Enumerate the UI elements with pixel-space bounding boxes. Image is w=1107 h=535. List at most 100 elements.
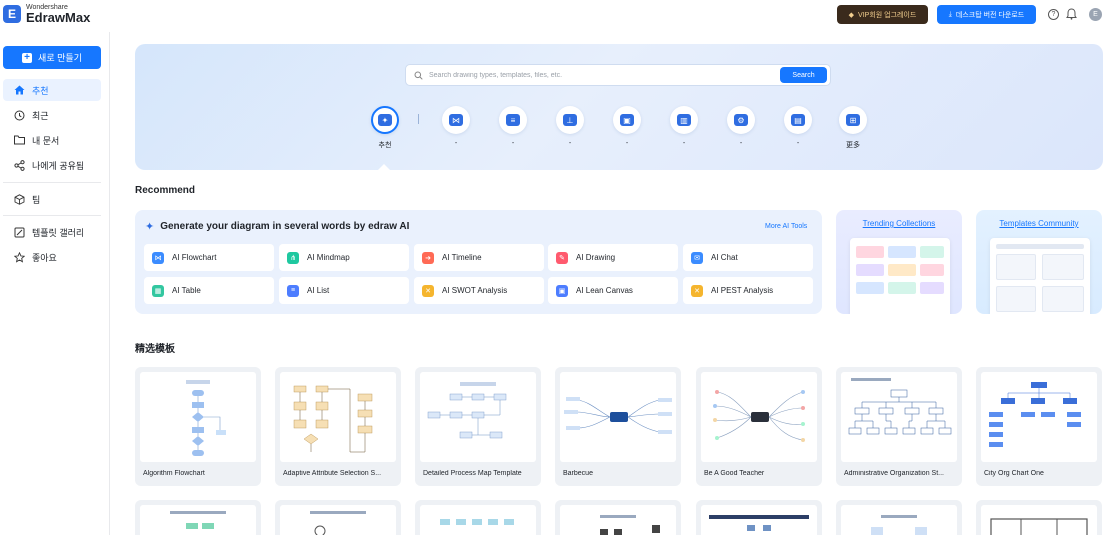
preview-block (856, 264, 884, 276)
category-separator (418, 114, 419, 124)
ai-tool-label: AI Lean Canvas (576, 286, 633, 295)
template-thumbnail (140, 372, 256, 462)
sidebar-item-team[interactable]: 팀 (3, 188, 101, 210)
desktop-download-button[interactable]: ⤓ 데스크탑 버전 다운로드 (937, 5, 1036, 24)
ai-heading: ✦ Generate your diagram in several words… (145, 220, 409, 233)
category-flowchart[interactable]: ⋈ - (441, 106, 471, 147)
ai-flowchart-button[interactable]: ⋈ AI Flowchart (144, 244, 274, 271)
template-thumbnail (981, 372, 1097, 462)
template-thumbnail (701, 372, 817, 462)
logo-product: EdrawMax (26, 10, 91, 25)
sidebar-item-recent[interactable]: 최근 (3, 104, 101, 126)
clock-icon (13, 109, 25, 121)
category-network[interactable]: ▣ - (612, 106, 642, 147)
sidebar-item-recommend[interactable]: 추천 (3, 79, 101, 101)
ai-mindmap-button[interactable]: ⋔ AI Mindmap (279, 244, 409, 271)
template-thumbnail (140, 505, 256, 535)
question-circle-icon[interactable]: ? (1048, 9, 1059, 20)
template-card[interactable] (976, 500, 1102, 535)
sidebar-item-my-docs[interactable]: 내 문서 (3, 129, 101, 151)
template-name: Detailed Process Map Template (423, 470, 522, 477)
flowchart-icon: ⋈ (442, 106, 470, 134)
template-card[interactable] (135, 500, 261, 535)
preview-block (996, 254, 1036, 280)
template-card[interactable]: Be A Good Teacher (696, 367, 822, 486)
search-button[interactable]: Search (780, 67, 827, 83)
template-card[interactable] (275, 500, 401, 535)
more-ai-tools-link[interactable]: More AI Tools (765, 223, 807, 230)
sidebar-item-favorites[interactable]: 좋아요 (3, 246, 101, 268)
trending-collections-card[interactable]: Trending Collections (836, 210, 962, 314)
preview-block (856, 282, 884, 294)
sidebar-item-label: 최근 (32, 110, 49, 121)
flowchart-icon: ⋈ (152, 251, 164, 264)
network-icon: ▣ (613, 106, 641, 134)
template-card[interactable] (836, 500, 962, 535)
ai-pest-button[interactable]: ✕ AI PEST Analysis (683, 277, 813, 304)
sidebar-item-label: 좋아요 (32, 252, 57, 263)
star-icon (13, 251, 25, 263)
template-card[interactable] (696, 500, 822, 535)
recommend-icon: ✦ (371, 106, 399, 134)
category-engineering[interactable]: ⚙ - (726, 106, 756, 147)
bar-chart-icon: ▥ (670, 106, 698, 134)
bell-icon[interactable] (1066, 8, 1077, 20)
template-thumbnail (420, 372, 536, 462)
avatar[interactable]: E (1089, 8, 1102, 21)
more-grid-icon: ⊞ (839, 106, 867, 134)
pest-icon: ✕ (691, 284, 703, 297)
template-thumbnail (701, 505, 817, 535)
template-card[interactable]: Detailed Process Map Template (415, 367, 541, 486)
category-orgchart[interactable]: ⊥ - (555, 106, 585, 147)
template-card[interactable]: Administrative Organization St... (836, 367, 962, 486)
trending-collections-title: Trending Collections (862, 219, 936, 228)
template-card[interactable]: Barbecue (555, 367, 681, 486)
desktop-download-label: 데스크탑 버전 다운로드 (955, 11, 1025, 19)
ai-timeline-button[interactable]: ➜ AI Timeline (414, 244, 544, 271)
search-input[interactable] (429, 71, 759, 79)
download-icon: ⤓ (948, 10, 952, 18)
category-list[interactable]: ≡ - (498, 106, 528, 147)
preview-block (920, 282, 944, 294)
new-document-button[interactable]: + 새로 만들기 (3, 46, 101, 69)
category-recommend[interactable]: ✦ 추천 (370, 106, 400, 150)
ai-chat-button[interactable]: ✉ AI Chat (683, 244, 813, 271)
template-card[interactable] (415, 500, 541, 535)
home-icon (13, 84, 25, 96)
app-logo[interactable]: E Wondershare EdrawMax (3, 4, 90, 24)
template-card[interactable]: City Org Chart One (976, 367, 1102, 486)
category-more[interactable]: ⊞ 更多 (838, 106, 868, 150)
ai-list-button[interactable]: ≡ AI List (279, 277, 409, 304)
vip-upgrade-button[interactable]: ◆ VIP회원 업그레이드 (837, 5, 928, 24)
category-chart[interactable]: ▥ - (669, 106, 699, 147)
template-thumbnail (420, 505, 536, 535)
ai-tool-label: AI PEST Analysis (711, 286, 774, 295)
template-card[interactable] (555, 500, 681, 535)
sidebar-item-template-gallery[interactable]: 템플릿 갤러리 (3, 221, 101, 243)
category-presentation[interactable]: ▤ - (783, 106, 813, 147)
preview-block (888, 264, 916, 276)
template-card[interactable]: Algorithm Flowchart (135, 367, 261, 486)
team-cube-icon (13, 193, 25, 205)
templates-community-title: Templates Community (999, 219, 1079, 228)
template-card[interactable]: Adaptive Attribute Selection S... (275, 367, 401, 486)
templates-community-card[interactable]: Templates Community (976, 210, 1102, 314)
ai-lean-canvas-button[interactable]: ▣ AI Lean Canvas (548, 277, 678, 304)
table-icon: ▦ (152, 284, 164, 297)
drawing-icon: ✎ (556, 251, 568, 264)
sidebar-item-label: 추천 (32, 85, 49, 96)
ai-swot-button[interactable]: ✕ AI SWOT Analysis (414, 277, 544, 304)
sidebar-divider (3, 215, 101, 216)
ai-table-button[interactable]: ▦ AI Table (144, 277, 274, 304)
orgchart-icon: ⊥ (556, 106, 584, 134)
template-gallery-icon (13, 226, 25, 238)
sidebar-item-shared[interactable]: 나에게 공유됨 (3, 154, 101, 176)
lean-canvas-icon: ▣ (556, 284, 568, 297)
ai-drawing-button[interactable]: ✎ AI Drawing (548, 244, 678, 271)
search-icon (414, 71, 423, 80)
active-category-pointer (377, 164, 391, 171)
plus-icon: + (22, 52, 33, 63)
diamond-icon: ◆ (848, 11, 855, 19)
preview-block (996, 244, 1084, 249)
template-thumbnail (981, 505, 1097, 535)
